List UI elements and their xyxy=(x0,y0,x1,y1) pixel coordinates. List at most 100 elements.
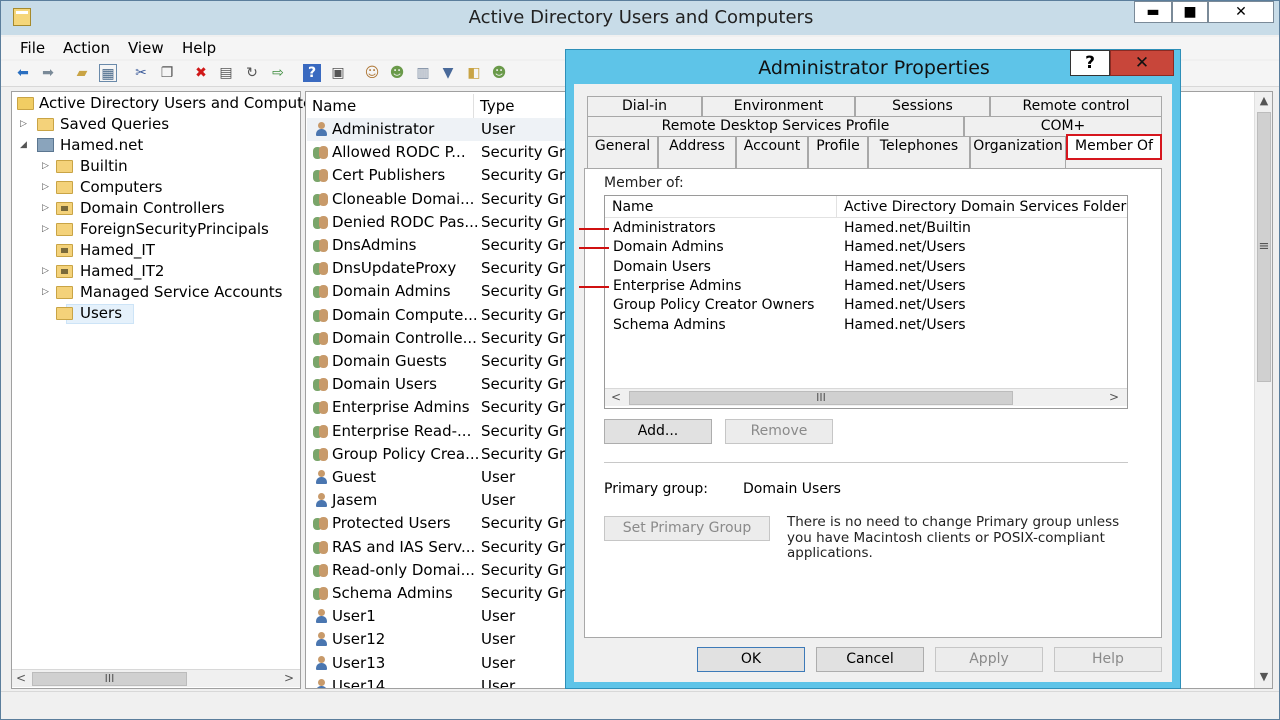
table-row[interactable]: Guest User xyxy=(306,466,568,489)
table-row[interactable]: Group Policy Crea... Security Gro xyxy=(306,443,574,466)
member-column-name[interactable]: Name xyxy=(605,196,837,218)
list-vertical-scrollbar[interactable]: ▲ ≡ ▼ xyxy=(1254,92,1272,688)
new-user-icon[interactable]: ☺ xyxy=(363,64,381,82)
copy-icon[interactable]: ❐ xyxy=(158,64,176,82)
table-row[interactable]: DnsAdmins Security Gro xyxy=(306,234,574,257)
tab-account[interactable]: Account xyxy=(736,136,808,168)
list-item[interactable]: Domain Users Hamed.net/Users xyxy=(605,258,1127,277)
table-row[interactable]: Schema Admins Security Gro xyxy=(306,582,574,605)
table-row[interactable]: User1 User xyxy=(306,605,568,628)
table-row[interactable]: Domain Admins Security Gro xyxy=(306,280,574,303)
expand-arrow-icon[interactable]: ▷ xyxy=(42,156,52,176)
tab-telephones[interactable]: Telephones xyxy=(868,136,970,168)
table-row[interactable]: Denied RODC Pas... Security Gro xyxy=(306,211,574,234)
add-button[interactable]: Add... xyxy=(604,419,712,444)
menu-action[interactable]: Action xyxy=(63,39,110,57)
table-row[interactable]: Jasem User xyxy=(306,489,568,512)
scroll-left-icon[interactable]: < xyxy=(607,389,625,407)
expand-arrow-icon[interactable]: ▷ xyxy=(42,198,52,218)
delete-icon[interactable]: ✖ xyxy=(192,64,210,82)
tab-remote-control[interactable]: Remote control xyxy=(990,96,1162,116)
back-icon[interactable]: ⬅ xyxy=(14,64,32,82)
tab-member-of[interactable]: Member Of xyxy=(1066,134,1162,160)
member-column-folder[interactable]: Active Directory Domain Services Folder xyxy=(837,196,1127,218)
scroll-left-icon[interactable]: < xyxy=(12,670,30,688)
tab-address[interactable]: Address xyxy=(658,136,736,168)
dialog-close-button[interactable]: ✕ xyxy=(1110,50,1174,76)
console-tree[interactable]: Active Directory Users and Computers ▷ S… xyxy=(11,91,326,689)
tab-environment[interactable]: Environment xyxy=(702,96,855,116)
table-row[interactable]: Domain Controlle... Security Gro xyxy=(306,327,574,350)
column-header-name[interactable]: Name xyxy=(306,94,474,118)
tree-horizontal-scrollbar[interactable]: < III > xyxy=(12,669,300,687)
table-row[interactable]: Protected Users Security Gro xyxy=(306,512,574,535)
scroll-right-icon[interactable]: > xyxy=(1105,389,1123,407)
tab-com-plus[interactable]: COM+ xyxy=(964,116,1162,136)
expand-arrow-icon[interactable]: ▷ xyxy=(42,261,52,281)
apply-button[interactable]: Apply xyxy=(935,647,1043,672)
export-list-icon[interactable]: ⇨ xyxy=(269,64,287,82)
table-row[interactable]: User13 User xyxy=(306,652,568,675)
list-item[interactable]: Group Policy Creator Owners Hamed.net/Use… xyxy=(605,296,1127,315)
table-row[interactable]: Domain Users Security Gro xyxy=(306,373,574,396)
properties-icon[interactable]: ▤ xyxy=(217,64,235,82)
list-item[interactable]: Enterprise Admins Hamed.net/Users xyxy=(579,277,1127,296)
help-button[interactable]: Help xyxy=(1054,647,1162,672)
expand-arrow-icon[interactable]: ▷ xyxy=(42,282,52,302)
member-of-list[interactable]: Name Active Directory Domain Services Fo… xyxy=(579,195,1128,409)
table-row[interactable]: Read-only Domai... Security Gro xyxy=(306,559,574,582)
tab-profile[interactable]: Profile xyxy=(808,136,868,168)
refresh-icon[interactable]: ↻ xyxy=(243,64,261,82)
table-row[interactable]: Domain Compute... Security Gro xyxy=(306,304,574,327)
expand-arrow-icon[interactable]: ▷ xyxy=(42,177,52,197)
tab-remote-desktop-services-profile[interactable]: Remote Desktop Services Profile xyxy=(587,116,964,136)
expand-arrow-icon[interactable]: ▷ xyxy=(20,114,30,134)
table-row[interactable]: DnsUpdateProxy Security Gro xyxy=(306,257,574,280)
tab-general[interactable]: General xyxy=(587,136,658,168)
menu-file[interactable]: File xyxy=(20,39,45,57)
title-bar[interactable]: Active Directory Users and Computers ▬ ■… xyxy=(1,1,1279,35)
member-horizontal-scrollbar[interactable]: < III > xyxy=(605,388,1127,406)
show-action-pane-icon[interactable]: ▣ xyxy=(329,64,347,82)
tab-organization[interactable]: Organization xyxy=(970,136,1066,168)
table-row[interactable]: Cloneable Domai... Security Gro xyxy=(306,188,574,211)
table-row[interactable]: Allowed RODC P... Security Gro xyxy=(306,141,574,164)
cut-icon[interactable]: ✂ xyxy=(132,64,150,82)
maximize-button[interactable]: ■ xyxy=(1172,1,1208,23)
expand-arrow-icon[interactable]: ▷ xyxy=(42,219,52,239)
table-row[interactable]: Enterprise Read-... Security Gro xyxy=(306,420,574,443)
show-console-tree-icon[interactable]: ▦ xyxy=(99,64,117,82)
scroll-right-icon[interactable]: > xyxy=(280,670,298,688)
add-to-group-icon[interactable]: ☻ xyxy=(490,64,508,82)
set-primary-group-button[interactable]: Set Primary Group xyxy=(604,516,770,541)
table-row[interactable]: Domain Guests Security Gro xyxy=(306,350,574,373)
remove-button[interactable]: Remove xyxy=(725,419,833,444)
table-row[interactable]: Administrator User xyxy=(306,118,568,141)
scroll-thumb[interactable]: III xyxy=(629,391,1013,405)
menu-view[interactable]: View xyxy=(128,39,164,57)
menu-help[interactable]: Help xyxy=(182,39,216,57)
ok-button[interactable]: OK xyxy=(697,647,805,672)
dialog-help-button[interactable]: ? xyxy=(1070,50,1110,76)
tab-dial-in[interactable]: Dial-in xyxy=(587,96,702,116)
help-icon[interactable]: ? xyxy=(303,64,321,82)
list-item[interactable]: Schema Admins Hamed.net/Users xyxy=(605,316,1127,335)
new-group-icon[interactable]: ☻ xyxy=(388,64,406,82)
table-row[interactable]: Cert Publishers Security Gro xyxy=(306,164,574,187)
new-ou-icon[interactable]: ▥ xyxy=(414,64,432,82)
table-row[interactable]: User14 User xyxy=(306,675,568,688)
forward-icon[interactable]: ➡ xyxy=(39,64,57,82)
list-item[interactable]: Domain Admins Hamed.net/Users xyxy=(579,238,1127,257)
table-row[interactable]: User12 User xyxy=(306,628,568,651)
table-row[interactable]: Enterprise Admins Security Gro xyxy=(306,396,574,419)
tab-sessions[interactable]: Sessions xyxy=(855,96,990,116)
collapse-arrow-icon[interactable]: ◢ xyxy=(20,135,30,155)
filter-icon[interactable]: ▼ xyxy=(439,64,457,82)
up-folder-icon[interactable]: ▰ xyxy=(73,64,91,82)
scroll-up-icon[interactable]: ▲ xyxy=(1255,92,1272,110)
list-item[interactable]: Administrators Hamed.net/Builtin xyxy=(579,219,1127,238)
table-row[interactable]: RAS and IAS Serv... Security Gro xyxy=(306,536,574,559)
find-icon[interactable]: ◧ xyxy=(465,64,483,82)
column-header-type[interactable]: Type xyxy=(474,94,574,118)
scroll-down-icon[interactable]: ▼ xyxy=(1255,668,1272,686)
